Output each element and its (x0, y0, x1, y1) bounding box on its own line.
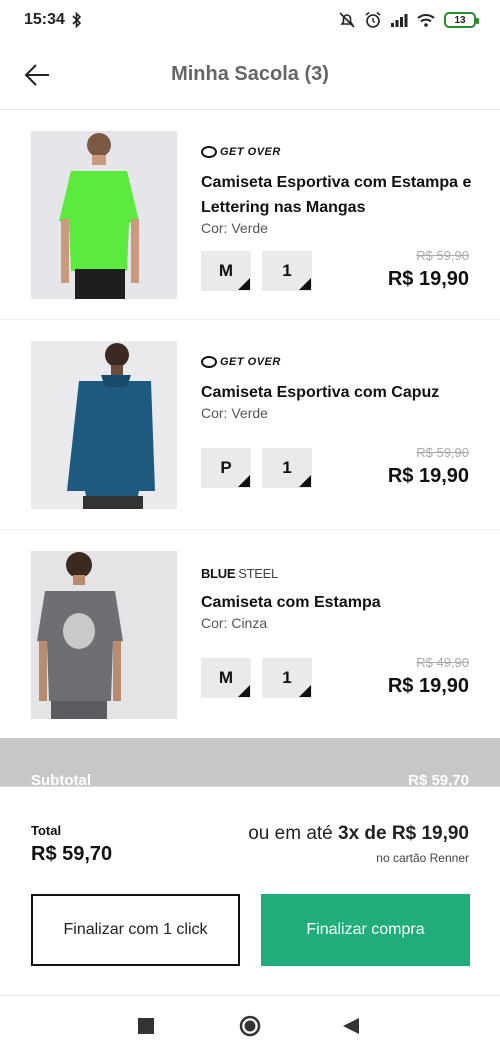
installment-prefix: ou em até (248, 823, 333, 844)
system-nav-bar (0, 996, 500, 1056)
price: R$ 19,90 (387, 465, 469, 487)
brand-logo: GET OVER (201, 146, 281, 158)
cart-item: GET OVER Camiseta Esportiva com Estampa … (0, 110, 500, 320)
app-header: Minha Sacola (3) (0, 40, 500, 110)
subtotal-bar: Subtotal R$ 59,70 (0, 738, 500, 789)
quantity-selector[interactable]: 1 (262, 448, 312, 488)
product-name[interactable]: Camiseta Esportiva com Capuz (201, 380, 481, 405)
recents-square-icon[interactable] (138, 1018, 154, 1034)
product-image[interactable] (31, 551, 177, 719)
price: R$ 19,90 (387, 675, 469, 697)
price: R$ 19,90 (387, 268, 469, 290)
checkout-panel: Total R$ 59,70 ou em até 3x de R$ 19,90 … (0, 786, 500, 996)
product-name[interactable]: Camiseta com Estampa (201, 590, 481, 615)
page-title: Minha Sacola (3) (171, 63, 329, 85)
one-click-checkout-button[interactable]: Finalizar com 1 click (31, 894, 240, 966)
old-price: R$ 49,90 (416, 655, 469, 670)
installment-value: 3x de R$ 19,90 (338, 823, 469, 844)
quantity-selector[interactable]: 1 (262, 251, 312, 291)
total-value: R$ 59,70 (31, 843, 113, 865)
old-price: R$ 59,90 (416, 445, 469, 460)
home-circle-icon[interactable] (239, 1015, 261, 1037)
checkout-button[interactable]: Finalizar compra (261, 894, 470, 966)
product-color: Cor: Cinza (201, 615, 268, 631)
cart-item-list: GET OVER Camiseta Esportiva com Estampa … (0, 110, 500, 740)
product-image[interactable] (31, 131, 177, 299)
alarm-icon (365, 11, 381, 28)
total-label: Total (31, 823, 62, 838)
back-arrow-icon[interactable] (22, 60, 52, 90)
status-time: 15:34 (24, 11, 65, 28)
battery-icon: 13 (444, 12, 479, 28)
product-image[interactable] (31, 341, 177, 509)
product-color: Cor: Verde (201, 405, 268, 421)
notifications-off-icon (339, 12, 355, 28)
wifi-icon (417, 14, 435, 27)
size-selector[interactable]: P (201, 448, 251, 488)
getover-logo-icon (201, 356, 217, 368)
old-price: R$ 59,90 (416, 248, 469, 263)
installment-note: no cartão Renner (376, 851, 469, 865)
signal-icon (391, 14, 408, 27)
brand-logo: GET OVER (201, 356, 281, 368)
installment-info: ou em até 3x de R$ 19,90 (248, 823, 469, 845)
bluetooth-icon (72, 12, 82, 28)
product-name[interactable]: Camiseta Esportiva com Estampa e Letteri… (201, 170, 481, 220)
brand-logo: BLUE STEEL (201, 566, 278, 581)
quantity-selector[interactable]: 1 (262, 658, 312, 698)
product-color: Cor: Verde (201, 220, 268, 236)
back-triangle-icon[interactable] (343, 1018, 359, 1034)
cart-item: GET OVER Camiseta Esportiva com Capuz Co… (0, 320, 500, 530)
cart-item: BLUE STEEL Camiseta com Estampa Cor: Cinz… (0, 530, 500, 740)
size-selector[interactable]: M (201, 658, 251, 698)
battery-level: 13 (454, 14, 466, 26)
size-selector[interactable]: M (201, 251, 251, 291)
status-bar: 15:34 13 (0, 0, 500, 40)
getover-logo-icon (201, 146, 217, 158)
